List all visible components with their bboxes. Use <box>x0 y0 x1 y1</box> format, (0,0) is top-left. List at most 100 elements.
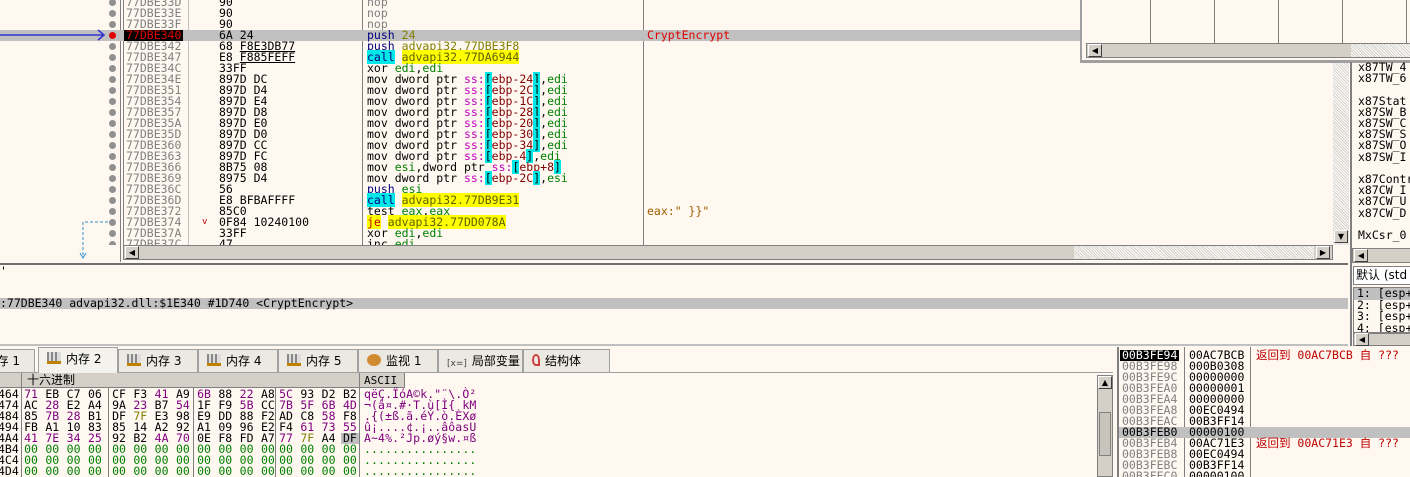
registers-scrollbar[interactable]: ◀ <box>1352 248 1410 263</box>
breakpoint-slot-icon[interactable] <box>109 97 116 105</box>
argument-item[interactable]: 4: [esp+ <box>1354 322 1410 332</box>
breakpoint-icon[interactable] <box>109 31 116 39</box>
register-name[interactable]: x87CW_D <box>1358 207 1406 219</box>
breakpoint-slot-icon[interactable] <box>109 152 116 160</box>
breakpoint-slot-icon[interactable] <box>109 0 116 6</box>
tab-7[interactable]: [x=] 局部变量 <box>438 349 523 372</box>
dump-byte[interactable]: 00 <box>43 465 61 477</box>
dump-vertical-scrollbar[interactable]: ▲ <box>1097 375 1113 477</box>
dump-ascii[interactable]: ................ <box>364 465 476 477</box>
breakpoint-slot-icon[interactable] <box>109 9 116 17</box>
tab-label: 结构体 <box>545 354 582 368</box>
eip-arrow-icon <box>0 29 106 41</box>
disasm-row[interactable]: 77DBE36C 56 push esi <box>0 183 1350 195</box>
scroll-right-button[interactable]: ▶ <box>1316 246 1330 259</box>
disasm-row[interactable]: 77DBE34C 33FF xor edi,edi <box>0 62 1350 74</box>
breakpoint-slot-icon[interactable] <box>109 86 116 94</box>
disasm-row[interactable]: 77DBE372 85C0 test eax,eax eax:" }}" <box>0 205 1350 217</box>
log-line-selected[interactable]: :77DBE340 advapi32.dll:$1E340 #1D740 <Cr… <box>0 297 1348 309</box>
dump-byte[interactable]: 00 <box>238 465 256 477</box>
breakpoint-slot-icon[interactable] <box>109 20 116 28</box>
breakpoint-slot-icon[interactable] <box>109 53 116 61</box>
arguments-panel[interactable]: 默认 (std 1: [esp+ 2: [esp+ 3: [esp+ 4: [esp+… <box>1350 263 1410 346</box>
disasm-row[interactable]: 77DBE34E 897D DC mov dword ptr ss:[ebp-24]… <box>0 71 1350 86</box>
calling-convention-select[interactable]: 默认 (std <box>1353 266 1410 285</box>
log-panel[interactable]: ' :77DBE340 advapi32.dll:$1E340 #1D740 <… <box>0 263 1348 346</box>
breakpoint-slot-icon[interactable] <box>109 119 116 127</box>
disasm-row[interactable]: 77DBE360 897D CC mov dword ptr ss:[ebp-34]… <box>0 137 1350 152</box>
disasm-row[interactable]: 77DBE363 897D FC mov dword ptr ss:[ebp-4],… <box>0 148 1350 163</box>
dump-byte[interactable]: 00 <box>22 465 40 477</box>
breakpoint-slot-icon[interactable] <box>109 163 116 171</box>
scroll-up-button[interactable]: ▲ <box>1098 376 1112 389</box>
stack-row[interactable]: 00B3FEC0 00000100 <box>1119 470 1410 477</box>
panel-horizontal-scrollbar[interactable]: ◀ <box>1086 43 1410 58</box>
upper-right-panel[interactable]: ◀ <box>1080 0 1410 63</box>
dump-byte[interactable]: 00 <box>341 465 359 477</box>
dump-byte[interactable]: 00 <box>320 465 338 477</box>
disasm-vertical-scrollbar[interactable]: ▼ <box>1333 62 1349 245</box>
disasm-row[interactable]: 77DBE35D 897D D0 mov dword ptr ss:[ebp-30]… <box>0 126 1350 141</box>
tab-2[interactable]: 内存 2 <box>38 347 118 373</box>
disasm-row[interactable]: 77DBE366 8B75 08 mov esi,dword ptr ss:[ebp… <box>0 159 1350 174</box>
disasm-row[interactable]: 77DBE374 v 0F84 10240100 je advapi32.77DD07… <box>0 214 1350 229</box>
scroll-left-button[interactable]: ◀ <box>1088 44 1102 57</box>
tab-8[interactable]: 结构体 <box>523 349 610 372</box>
breakpoint-slot-icon[interactable] <box>109 207 116 215</box>
breakpoint-slot-icon[interactable] <box>109 174 116 182</box>
stack-panel[interactable]: 00B3FE94 00AC7BCB 返回到 00AC7BCB 自 ??? 00B3FE… <box>1117 347 1410 477</box>
dump-byte[interactable]: 00 <box>65 465 83 477</box>
stack-comment: 返回到 00AC71E3 自 ??? <box>1256 436 1399 450</box>
dump-row[interactable]: 4D4 00 00 00 00 00 00 00 00 00 00 00 00 00 00 00 00.....… <box>0 464 480 477</box>
scroll-left-button[interactable]: ◀ <box>1354 249 1368 262</box>
arguments-list[interactable]: 1: [esp+ 2: [esp+ 3: [esp+ 4: [esp+ <box>1353 287 1410 333</box>
instruction-token: inc <box>367 236 395 245</box>
disasm-row[interactable]: 77DBE354 897D E4 mov dword ptr ss:[ebp-1C]… <box>0 93 1350 108</box>
scroll-down-button[interactable]: ▼ <box>1334 230 1348 243</box>
register-name[interactable]: MxCsr_0 <box>1358 229 1406 241</box>
tab-label: 内存 2 <box>66 352 102 366</box>
disasm-horizontal-scrollbar[interactable]: ◀ ▶ <box>123 245 1333 260</box>
disasm-row[interactable]: 77DBE357 897D D8 mov dword ptr ss:[ebp-28]… <box>0 104 1350 119</box>
breakpoint-slot-icon[interactable] <box>109 196 116 204</box>
registers-panel[interactable]: x87TW_4 x87TW_6 x87Stat x87SW_B x87SW_C x87SW… <box>1350 62 1410 263</box>
register-name[interactable]: x87TW_6 <box>1358 72 1406 84</box>
dump-byte[interactable]: 00 <box>216 465 234 477</box>
breakpoint-slot-icon[interactable] <box>109 130 116 138</box>
scroll-left-button[interactable]: ◀ <box>1355 333 1369 346</box>
breakpoint-slot-icon[interactable] <box>109 141 116 149</box>
dump-address: 4D4 <box>0 464 19 477</box>
dump-byte[interactable]: 00 <box>298 465 316 477</box>
disasm-row[interactable]: 77DBE35A 897D E0 mov dword ptr ss:[ebp-20]… <box>0 115 1350 130</box>
tab-3[interactable]: 内存 3 <box>118 349 198 372</box>
hex-dump-panel[interactable]: 十六进制 ASCII 464 71 EB C7 06 CF F3 41 A9 6B 88 22 A8 5C… <box>0 373 1113 477</box>
dump-byte[interactable]: 00 <box>110 465 128 477</box>
tab-4[interactable]: 内存 4 <box>198 349 278 372</box>
dump-byte[interactable]: 00 <box>153 465 171 477</box>
tab-5[interactable]: 内存 5 <box>278 349 358 372</box>
breakpoint-slot-icon[interactable] <box>109 64 116 72</box>
breakpoint-slot-icon[interactable] <box>109 42 116 50</box>
tab-label: 内存 3 <box>146 354 182 368</box>
tab-1[interactable]: 存 1 <box>0 349 35 372</box>
breakpoint-slot-icon[interactable] <box>109 75 116 83</box>
breakpoint-slot-icon[interactable] <box>109 108 116 116</box>
scroll-left-button[interactable]: ◀ <box>125 246 139 259</box>
instruction-token: ebp-2C <box>491 170 534 185</box>
disasm-row[interactable]: 77DBE369 8975 D4 mov dword ptr ss:[ebp-2C]… <box>0 170 1350 185</box>
dump-byte[interactable]: 00 <box>277 465 295 477</box>
tab-6[interactable]: 监视 1 <box>358 349 438 372</box>
watch-icon <box>367 354 381 366</box>
header-hex[interactable]: 十六进制 <box>27 373 75 388</box>
disasm-row[interactable]: 77DBE351 897D D4 mov dword ptr ss:[ebp-2C]… <box>0 82 1350 97</box>
arguments-scrollbar[interactable]: ◀ <box>1353 333 1410 346</box>
dump-byte[interactable]: 00 <box>131 465 149 477</box>
register-name[interactable]: x87SW_I <box>1358 151 1406 163</box>
disasm-row[interactable]: 77DBE37A 33FF xor edi,edi <box>0 227 1350 239</box>
dump-byte[interactable]: 00 <box>174 465 192 477</box>
dump-byte[interactable]: 00 <box>259 465 277 477</box>
dump-byte[interactable]: 00 <box>195 465 213 477</box>
breakpoint-slot-icon[interactable] <box>109 185 116 193</box>
header-ascii[interactable]: ASCII <box>364 373 397 388</box>
dump-byte[interactable]: 00 <box>86 465 104 477</box>
